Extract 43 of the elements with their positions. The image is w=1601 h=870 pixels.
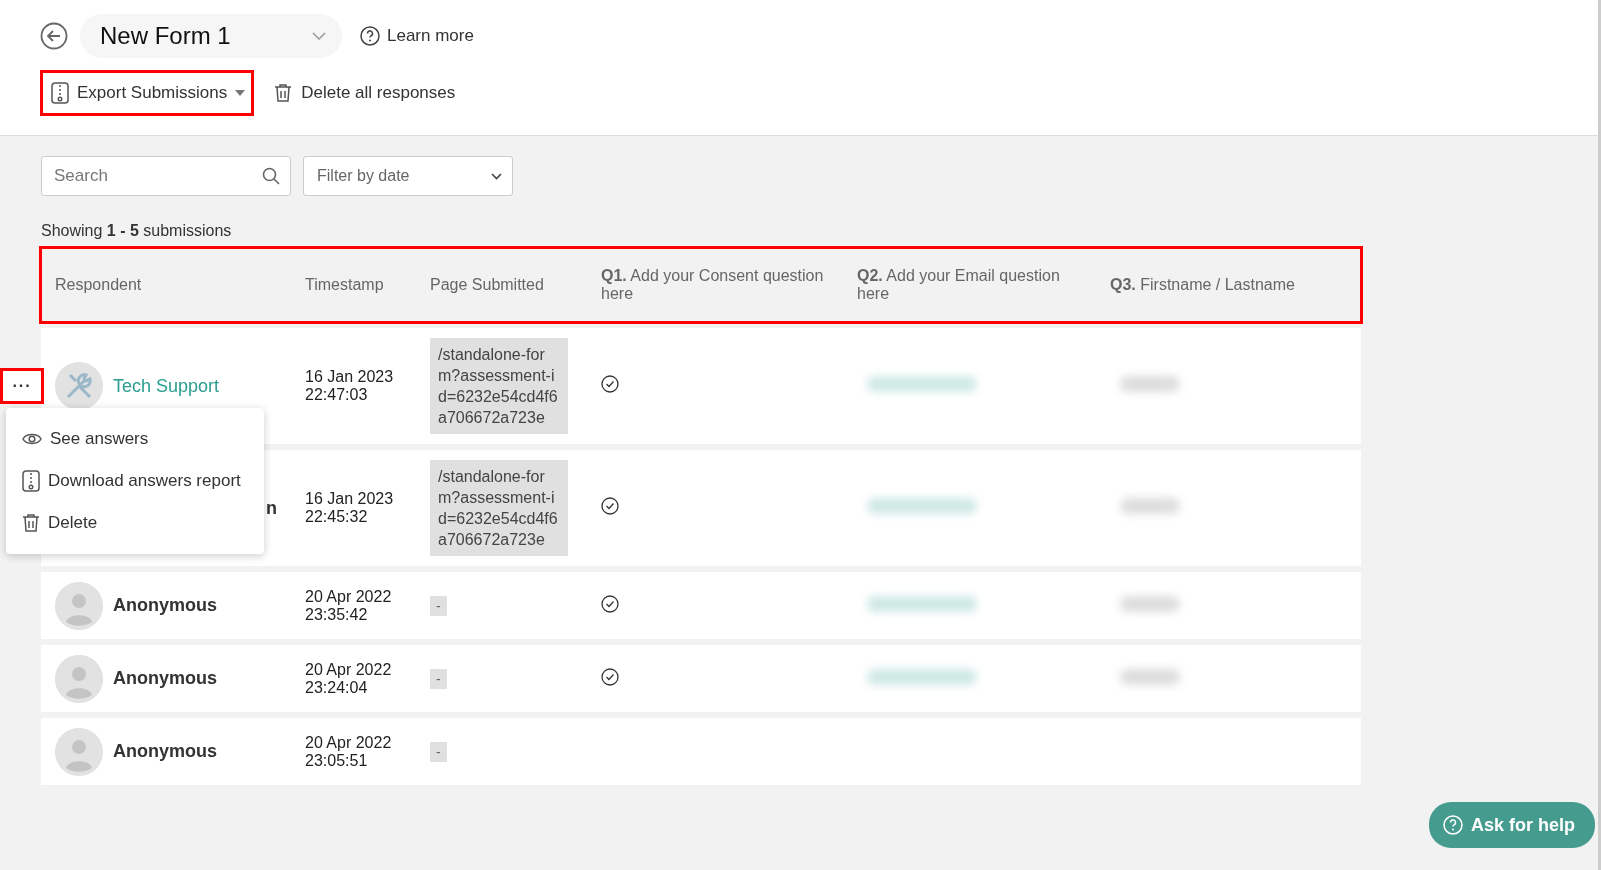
timestamp-cell: 20 Apr 2022 23:05:51	[291, 718, 416, 785]
trash-icon	[22, 513, 40, 533]
timestamp-cell: 20 Apr 2022 23:24:04	[291, 645, 416, 712]
respondent-name: Anonymous	[113, 741, 217, 762]
timestamp-cell: 16 Jan 2023 22:47:03	[291, 328, 416, 444]
delete-all-button[interactable]: Delete all responses	[268, 82, 462, 104]
eye-icon	[22, 432, 42, 446]
chevron-icon	[491, 172, 502, 180]
help-icon	[360, 26, 380, 46]
page-url: -	[430, 668, 447, 689]
menu-item[interactable]: Download answers report	[6, 460, 264, 502]
caret-icon	[235, 90, 246, 96]
form-title-dropdown[interactable]: New Form 1	[80, 14, 342, 58]
more-options-button[interactable]: ···	[0, 368, 44, 404]
column-header: Q2. Add your Email question here	[856, 266, 1061, 304]
search-field[interactable]: Search	[41, 156, 291, 196]
column-header: Respondent	[54, 275, 143, 295]
page-url: -	[430, 741, 447, 762]
report-icon	[22, 470, 40, 492]
column-header: Timestamp	[304, 275, 385, 295]
report-icon	[51, 82, 69, 104]
menu-item[interactable]: See answers	[6, 418, 264, 460]
help-icon	[1442, 815, 1463, 835]
search-icon	[262, 167, 280, 185]
date-filter-dropdown[interactable]: Filter by date	[303, 156, 513, 196]
trash-icon	[274, 83, 293, 103]
timestamp-cell: 20 Apr 2022 23:35:42	[291, 572, 416, 639]
menu-item[interactable]: Delete	[6, 502, 264, 544]
page-url: /standalone-form?assessment-id=6232e54cd4f6a706672a723e	[430, 460, 568, 556]
submission-count: Showing 1 - 5 submissions	[41, 222, 233, 240]
chevron-icon	[312, 32, 326, 40]
back-icon[interactable]	[40, 22, 68, 50]
page-url: /standalone-form?assessment-id=6232e54cd4f6a706672a723e	[430, 338, 568, 434]
page-url: -	[430, 595, 447, 616]
respondent-name: Anonymous	[113, 595, 217, 616]
column-header: Page Submitted	[429, 275, 545, 295]
timestamp-cell: 16 Jan 2023 22:45:32	[291, 450, 416, 566]
learn-more-link[interactable]: Learn more	[354, 25, 480, 47]
respondent-name: n	[266, 497, 277, 519]
respondent-name: Anonymous	[113, 668, 217, 689]
column-header: Q3. Firstname / Lastname	[1109, 275, 1296, 295]
column-header: Q1. Add your Consent question here	[600, 266, 825, 304]
export-button[interactable]: Export Submissions	[40, 70, 255, 116]
